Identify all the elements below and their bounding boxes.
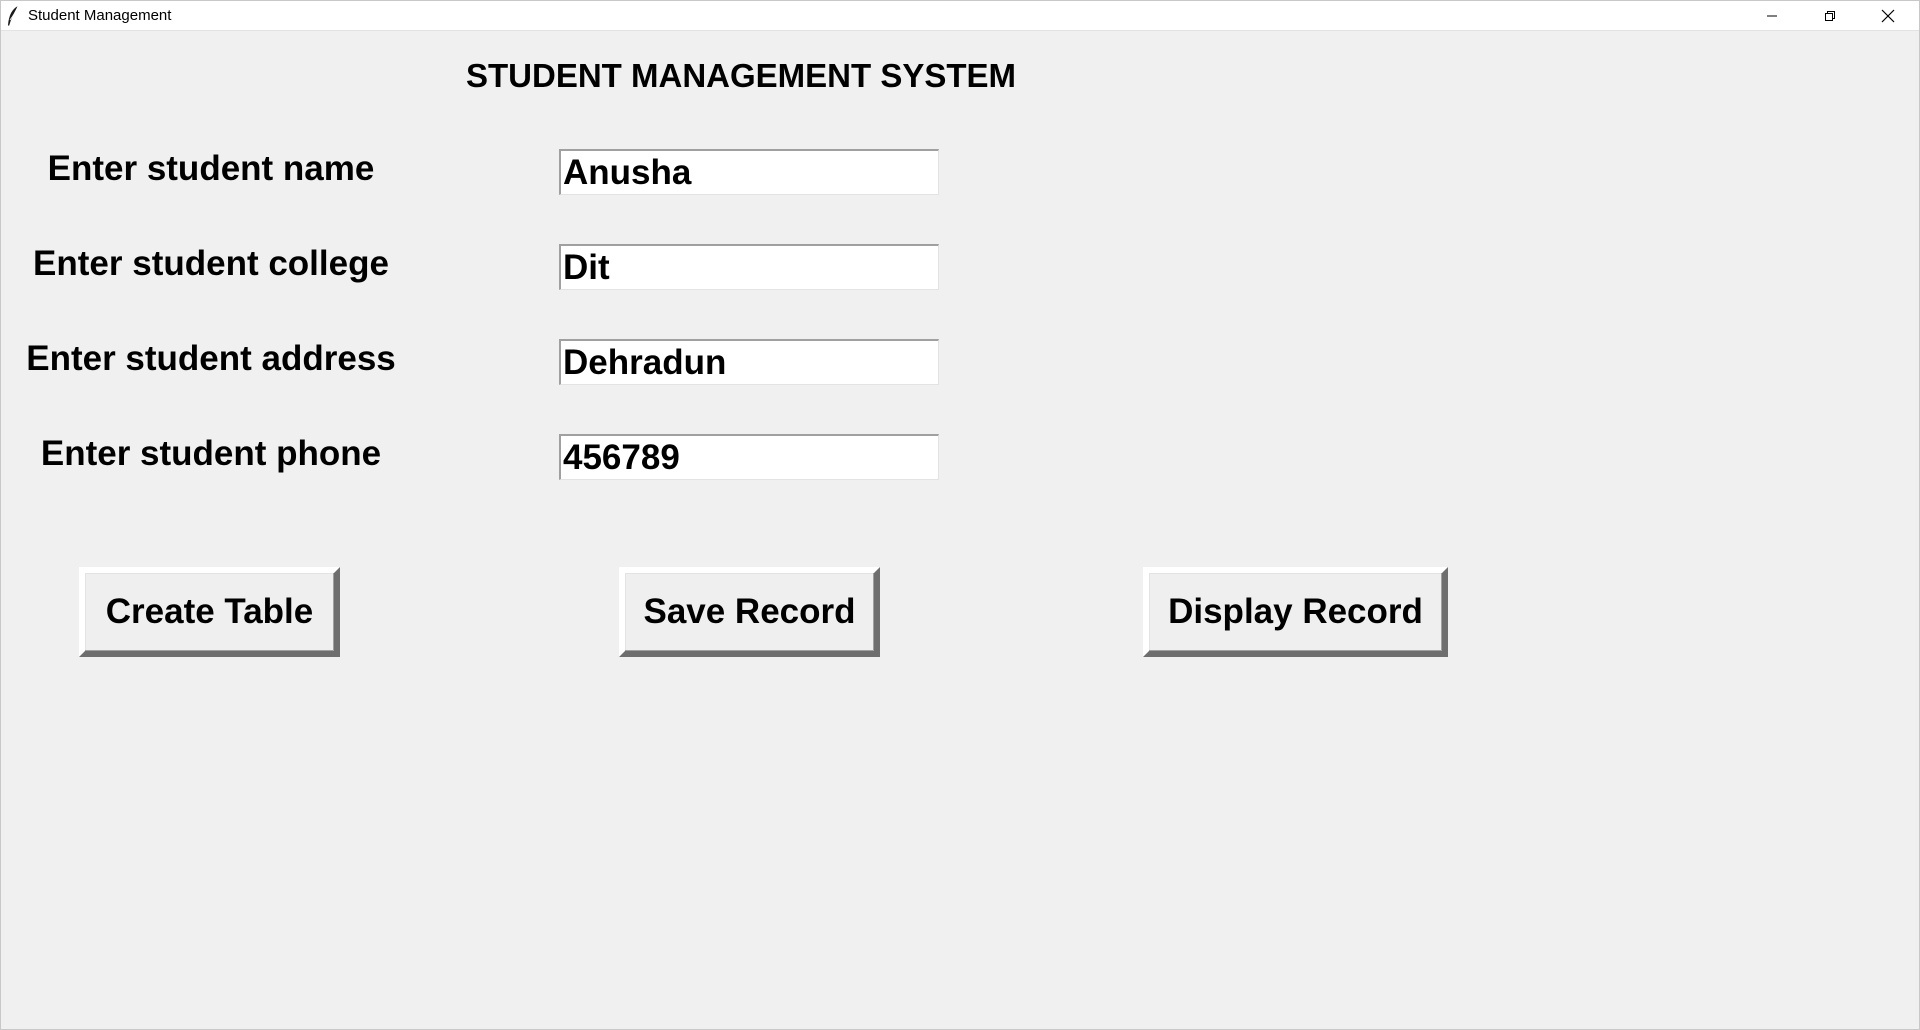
close-icon — [1881, 9, 1895, 23]
student-phone-input[interactable] — [559, 434, 939, 480]
student-name-label: Enter student name — [47, 149, 375, 188]
student-address-label: Enter student address — [26, 339, 396, 378]
save-record-button[interactable]: Save Record — [619, 567, 880, 657]
create-table-button[interactable]: Create Table — [79, 567, 340, 657]
minimize-button[interactable] — [1743, 1, 1801, 30]
student-name-input[interactable] — [559, 149, 939, 195]
minimize-icon — [1766, 10, 1778, 22]
student-college-input[interactable] — [559, 244, 939, 290]
close-button[interactable] — [1859, 1, 1917, 30]
student-address-input[interactable] — [559, 339, 939, 385]
title-bar[interactable]: Student Management — [1, 1, 1919, 31]
restore-icon — [1824, 10, 1836, 22]
maximize-button[interactable] — [1801, 1, 1859, 30]
display-record-button[interactable]: Display Record — [1143, 567, 1448, 657]
app-window: Student Management STUDENT MANAGEMENT SY… — [0, 0, 1920, 1030]
feather-icon — [6, 5, 20, 27]
student-college-label: Enter student college — [33, 244, 389, 283]
student-phone-label: Enter student phone — [40, 434, 382, 473]
page-title: STUDENT MANAGEMENT SYSTEM — [466, 57, 1017, 94]
window-title: Student Management — [28, 7, 172, 24]
